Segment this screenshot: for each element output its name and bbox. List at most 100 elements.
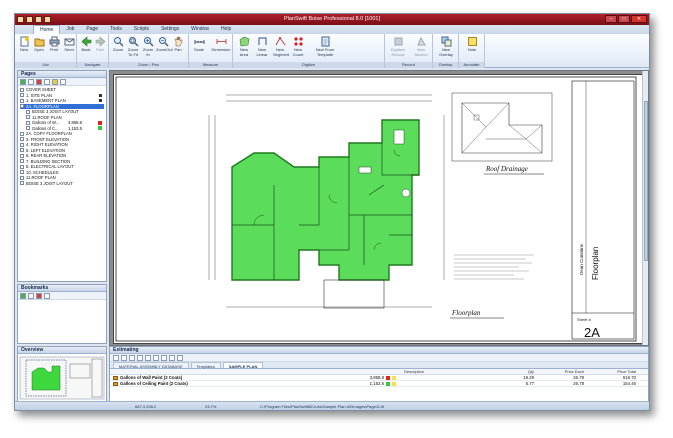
zoom-button-label: Zoom (112, 47, 124, 52)
folder-icon[interactable] (52, 79, 58, 85)
new-area-button-label: New Area (239, 47, 249, 57)
item-name: Gallons of Ceiling Paint (2 Coats) (120, 380, 188, 386)
edit-bookmark-icon[interactable] (28, 293, 34, 299)
zoom-out-button[interactable]: ZoomOut (156, 36, 173, 53)
note-button-label: Note (467, 47, 477, 52)
close-button[interactable]: ✕ (631, 15, 647, 23)
tab-templates[interactable]: Templates (190, 362, 221, 369)
status-zoom: 23.7% (205, 404, 217, 409)
tab-job[interactable]: Job (60, 25, 80, 34)
pan-button[interactable]: Pan (171, 36, 185, 53)
dimension-button-label: Dimension (211, 47, 231, 52)
ribbon-group-measure: Scale Dimension Measure (189, 34, 233, 68)
sheet-number: 2A (584, 325, 600, 340)
column-qty: Qty (527, 369, 534, 374)
zoom-out-button-label: ZoomOut (156, 47, 173, 52)
estimating-pane: Estimating MATERIAL ASSEMBLY DATABASE Te… (109, 346, 649, 402)
properties-icon[interactable] (28, 79, 34, 85)
color-swatch (386, 381, 390, 386)
page-item[interactable]: BOISE 3 JOIST LAYOUT (20, 181, 104, 187)
page-icon (20, 175, 24, 180)
ribbon-group-zoom: Zoom Zoom To Fit Zoom In ZoomOut Pan Zoom… (109, 34, 189, 68)
tab-help[interactable]: Help (215, 25, 237, 34)
delete-icon[interactable] (36, 79, 42, 85)
new-button[interactable]: New (17, 36, 31, 53)
maximize-button[interactable]: □ (618, 15, 630, 23)
plan-sheet[interactable]: Roof Drainage Floorplan Dean Cummins Flo… (113, 74, 643, 344)
copy-icon[interactable] (44, 79, 50, 85)
section-icon (416, 36, 426, 46)
minimize-button[interactable]: – (605, 15, 617, 23)
zoom-in-button[interactable]: Zoom In (141, 36, 155, 57)
paste-item-icon[interactable] (145, 355, 151, 361)
tab-window[interactable]: Window (185, 25, 215, 34)
tab-tools[interactable]: Tools (104, 25, 128, 34)
edit-item-icon[interactable] (121, 355, 127, 361)
new-from-template-button[interactable]: New From Template (311, 36, 339, 57)
tab-page[interactable]: Page (80, 25, 104, 34)
send-button[interactable]: Send (62, 36, 76, 53)
add-item-icon[interactable] (113, 355, 119, 361)
drawing-canvas[interactable]: Roof Drainage Floorplan Dean Cummins Flo… (109, 70, 649, 346)
folder-icon (34, 38, 44, 47)
column-name (110, 369, 340, 374)
new-area-button[interactable]: New Area (237, 36, 251, 57)
new-segment-button[interactable]: New Segment (273, 36, 289, 57)
tab-settings[interactable]: Settings (155, 25, 185, 34)
color-swatch (386, 375, 390, 380)
dimension-button[interactable]: Dimension (211, 36, 231, 53)
print-button[interactable]: Print (47, 36, 61, 53)
note-button[interactable]: Note (465, 36, 479, 53)
new-section-button[interactable]: New Section (411, 36, 431, 57)
page-icon (20, 181, 24, 186)
delete-item-icon[interactable] (129, 355, 135, 361)
new-linear-button[interactable]: New Linear (255, 36, 269, 57)
page-icon (20, 104, 24, 109)
pages-pane: Pages COVER SHEET 1. SITE PLAN 1. BASEME… (17, 70, 107, 282)
filter-icon[interactable] (60, 79, 66, 85)
copy-item-icon[interactable] (137, 355, 143, 361)
tab-sample-plan[interactable]: SAMPLE PLAN (222, 362, 264, 369)
folder-icon[interactable] (153, 355, 159, 361)
overview-thumbnail[interactable] (18, 354, 106, 401)
ribbon-group-annotate-label: Annotate (459, 62, 484, 68)
tab-scripts[interactable]: Scripts (128, 25, 155, 34)
bookmarks-pane-title: Bookmarks (18, 285, 106, 292)
open-button[interactable]: Open (32, 36, 46, 53)
pages-pane-title: Pages (18, 71, 106, 78)
back-arrow-icon (81, 36, 91, 47)
page-icon (20, 87, 24, 92)
report-icon[interactable] (161, 355, 167, 361)
new-overlay-button-label: New Overlay (439, 47, 453, 57)
new-count-button[interactable]: New Count (291, 36, 305, 57)
refresh-icon[interactable] (177, 355, 183, 361)
ribbon-group-job: New Open Print Send Job (15, 34, 77, 68)
zoom-fit-icon (128, 37, 138, 47)
scale-button[interactable]: Scale (192, 36, 206, 53)
new-overlay-button[interactable]: New Overlay (437, 36, 455, 57)
zoom-in-button-label: Zoom In (142, 47, 154, 57)
overview-pane: Overview (17, 346, 107, 402)
forward-button[interactable]: Fwd (93, 36, 107, 53)
page-icon (20, 137, 24, 142)
digitizer-record-button[interactable]: Digitizer Record (388, 36, 408, 57)
zoom-to-fit-button[interactable]: Zoom To Fit (126, 36, 140, 57)
tab-material-assembly-database[interactable]: MATERIAL ASSEMBLY DATABASE (113, 362, 189, 369)
table-row[interactable]: Gallons of Ceiling Paint (2 Coats) 1,153… (110, 381, 648, 387)
tab-home[interactable]: Home (33, 25, 61, 34)
item-price-total: 154.46 (622, 381, 636, 386)
marker-icon (99, 93, 102, 97)
canvas-vertical-scrollbar[interactable] (642, 71, 648, 345)
export-icon[interactable] (169, 355, 175, 361)
goto-bookmark-icon[interactable] (44, 293, 50, 299)
add-page-icon[interactable] (20, 79, 26, 85)
back-button[interactable]: Back (79, 36, 93, 53)
scrollbar-thumb[interactable] (644, 101, 648, 261)
envelope-icon (64, 38, 74, 46)
ribbon-group-navigate-label: Navigate (77, 62, 108, 68)
estimating-pane-title: Estimating (110, 347, 648, 354)
forward-button-label: Fwd (96, 47, 104, 52)
delete-bookmark-icon[interactable] (36, 293, 42, 299)
add-bookmark-icon[interactable] (20, 293, 26, 299)
zoom-button[interactable]: Zoom (111, 36, 125, 53)
